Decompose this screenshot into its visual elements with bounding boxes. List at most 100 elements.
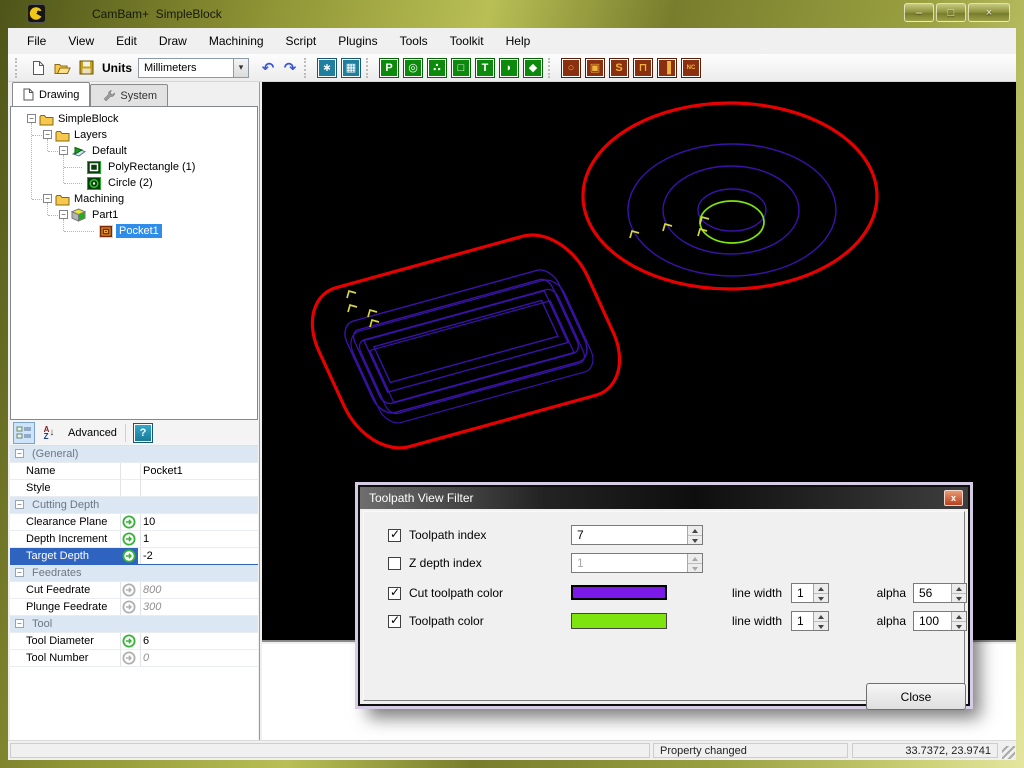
menu-machining[interactable]: Machining bbox=[198, 30, 275, 52]
categorized-view-button[interactable] bbox=[13, 422, 35, 444]
toolpath-index-label: Toolpath index bbox=[409, 528, 486, 542]
spin-up-icon[interactable] bbox=[814, 612, 828, 622]
machining-3d-profile-icon[interactable]: ▐ bbox=[658, 59, 676, 77]
minimize-button[interactable]: – bbox=[904, 3, 934, 22]
set-value-arrow-icon bbox=[122, 515, 136, 529]
toolpath-line-width-spinner[interactable]: 1 bbox=[791, 611, 829, 631]
resize-grip[interactable] bbox=[1002, 746, 1015, 759]
dialog-title: Toolpath View Filter bbox=[369, 491, 474, 505]
cut-line-width-spinner[interactable]: 1 bbox=[791, 583, 829, 603]
menu-tools[interactable]: Tools bbox=[389, 30, 439, 52]
machining-pocket-icon[interactable]: ▣ bbox=[586, 59, 604, 77]
spin-up-icon[interactable] bbox=[952, 584, 966, 594]
redo-button[interactable]: ↷ bbox=[279, 59, 301, 77]
property-category-feedrates[interactable]: − Feedrates bbox=[10, 565, 258, 582]
menu-toolkit[interactable]: Toolkit bbox=[439, 30, 495, 52]
toolpath-index-checkbox[interactable] bbox=[388, 529, 401, 542]
machining-profile-icon[interactable]: ○ bbox=[562, 59, 580, 77]
draw-rectangle-icon[interactable]: □ bbox=[452, 59, 470, 77]
snap-point-icon[interactable]: ∗ bbox=[318, 59, 336, 77]
collapse-icon[interactable]: − bbox=[15, 619, 24, 628]
property-row-target-depth[interactable]: Target Depth -2 bbox=[10, 548, 258, 565]
maximize-button[interactable]: □ bbox=[936, 3, 966, 22]
toolpath-alpha-spinner[interactable]: 100 bbox=[913, 611, 967, 631]
toolbar-grip[interactable] bbox=[548, 58, 554, 78]
property-row-depth-increment[interactable]: Depth Increment 1 bbox=[10, 531, 258, 548]
help-button[interactable]: ? bbox=[134, 424, 152, 442]
machining-engrave-icon[interactable]: S bbox=[610, 59, 628, 77]
property-category-tool[interactable]: − Tool bbox=[10, 616, 258, 633]
draw-circle-icon[interactable]: ◎ bbox=[404, 59, 422, 77]
menu-view[interactable]: View bbox=[57, 30, 105, 52]
collapse-icon[interactable]: − bbox=[27, 114, 36, 123]
toolpath-color-swatch[interactable] bbox=[571, 613, 667, 629]
toolpath-color-checkbox[interactable] bbox=[388, 615, 401, 628]
undo-button[interactable]: ↶ bbox=[257, 59, 279, 77]
spin-down-icon[interactable] bbox=[952, 594, 966, 603]
open-file-button[interactable] bbox=[50, 56, 74, 80]
dialog-close-button[interactable]: Close bbox=[866, 683, 966, 710]
alphabetical-sort-button[interactable]: AZ↓ bbox=[38, 422, 60, 444]
alpha-label: alpha bbox=[862, 586, 906, 600]
spin-up-icon[interactable] bbox=[952, 612, 966, 622]
cut-alpha-spinner[interactable]: 56 bbox=[913, 583, 967, 603]
property-row-plunge-feedrate[interactable]: Plunge Feedrate 300 bbox=[10, 599, 258, 616]
menu-script[interactable]: Script bbox=[275, 30, 328, 52]
draw-point-list-icon[interactable]: ∴ bbox=[428, 59, 446, 77]
property-row-tool-number[interactable]: Tool Number 0 bbox=[10, 650, 258, 667]
spin-down-icon bbox=[688, 564, 702, 573]
property-category-cutting-depth[interactable]: − Cutting Depth bbox=[10, 497, 258, 514]
menu-help[interactable]: Help bbox=[495, 30, 542, 52]
menu-edit[interactable]: Edit bbox=[105, 30, 148, 52]
property-row-tool-diameter[interactable]: Tool Diameter 6 bbox=[10, 633, 258, 650]
units-dropdown-arrow-icon[interactable]: ▾ bbox=[234, 58, 249, 78]
toolpath-start-markers bbox=[347, 217, 709, 327]
draw-polyline-icon[interactable]: P bbox=[380, 59, 398, 77]
z-depth-index-checkbox[interactable] bbox=[388, 557, 401, 570]
spin-down-icon[interactable] bbox=[814, 622, 828, 631]
tab-drawing[interactable]: Drawing bbox=[12, 82, 90, 106]
draw-text-icon[interactable]: T bbox=[476, 59, 494, 77]
collapse-icon[interactable]: − bbox=[43, 130, 52, 139]
property-row-cut-feedrate[interactable]: Cut Feedrate 800 bbox=[10, 582, 258, 599]
units-select[interactable]: Millimeters bbox=[138, 58, 234, 78]
collapse-icon[interactable]: − bbox=[59, 210, 68, 219]
property-row-style[interactable]: Style bbox=[10, 480, 258, 497]
collapse-icon[interactable]: − bbox=[15, 568, 24, 577]
snap-grid-icon[interactable]: ▦ bbox=[342, 59, 360, 77]
dialog-close-icon[interactable]: x bbox=[944, 490, 963, 506]
machining-drill-icon[interactable]: ⊓ bbox=[634, 59, 652, 77]
toolpath-index-spinner[interactable]: 7 bbox=[571, 525, 703, 545]
machining-gcode-icon[interactable]: NC bbox=[682, 59, 700, 77]
spin-down-icon[interactable] bbox=[952, 622, 966, 631]
toolbar-grip[interactable] bbox=[304, 58, 310, 78]
toolbar-grip[interactable] bbox=[366, 58, 372, 78]
draw-surface-icon[interactable]: ◆ bbox=[524, 59, 542, 77]
folder-icon bbox=[55, 129, 70, 142]
cut-toolpath-color-checkbox[interactable] bbox=[388, 587, 401, 600]
collapse-icon[interactable]: − bbox=[43, 194, 52, 203]
new-file-button[interactable] bbox=[26, 56, 50, 80]
draw-arc-icon[interactable]: ◗ bbox=[500, 59, 518, 77]
menu-plugins[interactable]: Plugins bbox=[327, 30, 388, 52]
titlebar[interactable]: CamBam+ SimpleBlock – □ × bbox=[0, 0, 1024, 28]
cut-toolpath-color-swatch[interactable] bbox=[571, 585, 667, 600]
advanced-button[interactable]: Advanced bbox=[68, 427, 117, 439]
spin-up-icon[interactable] bbox=[814, 584, 828, 594]
property-category-general[interactable]: − (General) bbox=[10, 446, 258, 463]
property-row-name[interactable]: Name Pocket1 bbox=[10, 463, 258, 480]
menu-draw[interactable]: Draw bbox=[148, 30, 198, 52]
tab-system[interactable]: System bbox=[90, 84, 168, 106]
collapse-icon[interactable]: − bbox=[15, 449, 24, 458]
spin-down-icon[interactable] bbox=[688, 536, 702, 545]
toolbar-grip[interactable] bbox=[15, 58, 21, 78]
collapse-icon[interactable]: − bbox=[15, 500, 24, 509]
property-row-clearance-plane[interactable]: Clearance Plane 10 bbox=[10, 514, 258, 531]
close-button[interactable]: × bbox=[968, 3, 1010, 22]
collapse-icon[interactable]: − bbox=[59, 146, 68, 155]
save-file-button[interactable] bbox=[74, 56, 98, 80]
dialog-titlebar[interactable]: Toolpath View Filter x bbox=[360, 487, 968, 509]
menu-file[interactable]: File bbox=[16, 30, 57, 52]
spin-down-icon[interactable] bbox=[814, 594, 828, 603]
spin-up-icon[interactable] bbox=[688, 526, 702, 536]
